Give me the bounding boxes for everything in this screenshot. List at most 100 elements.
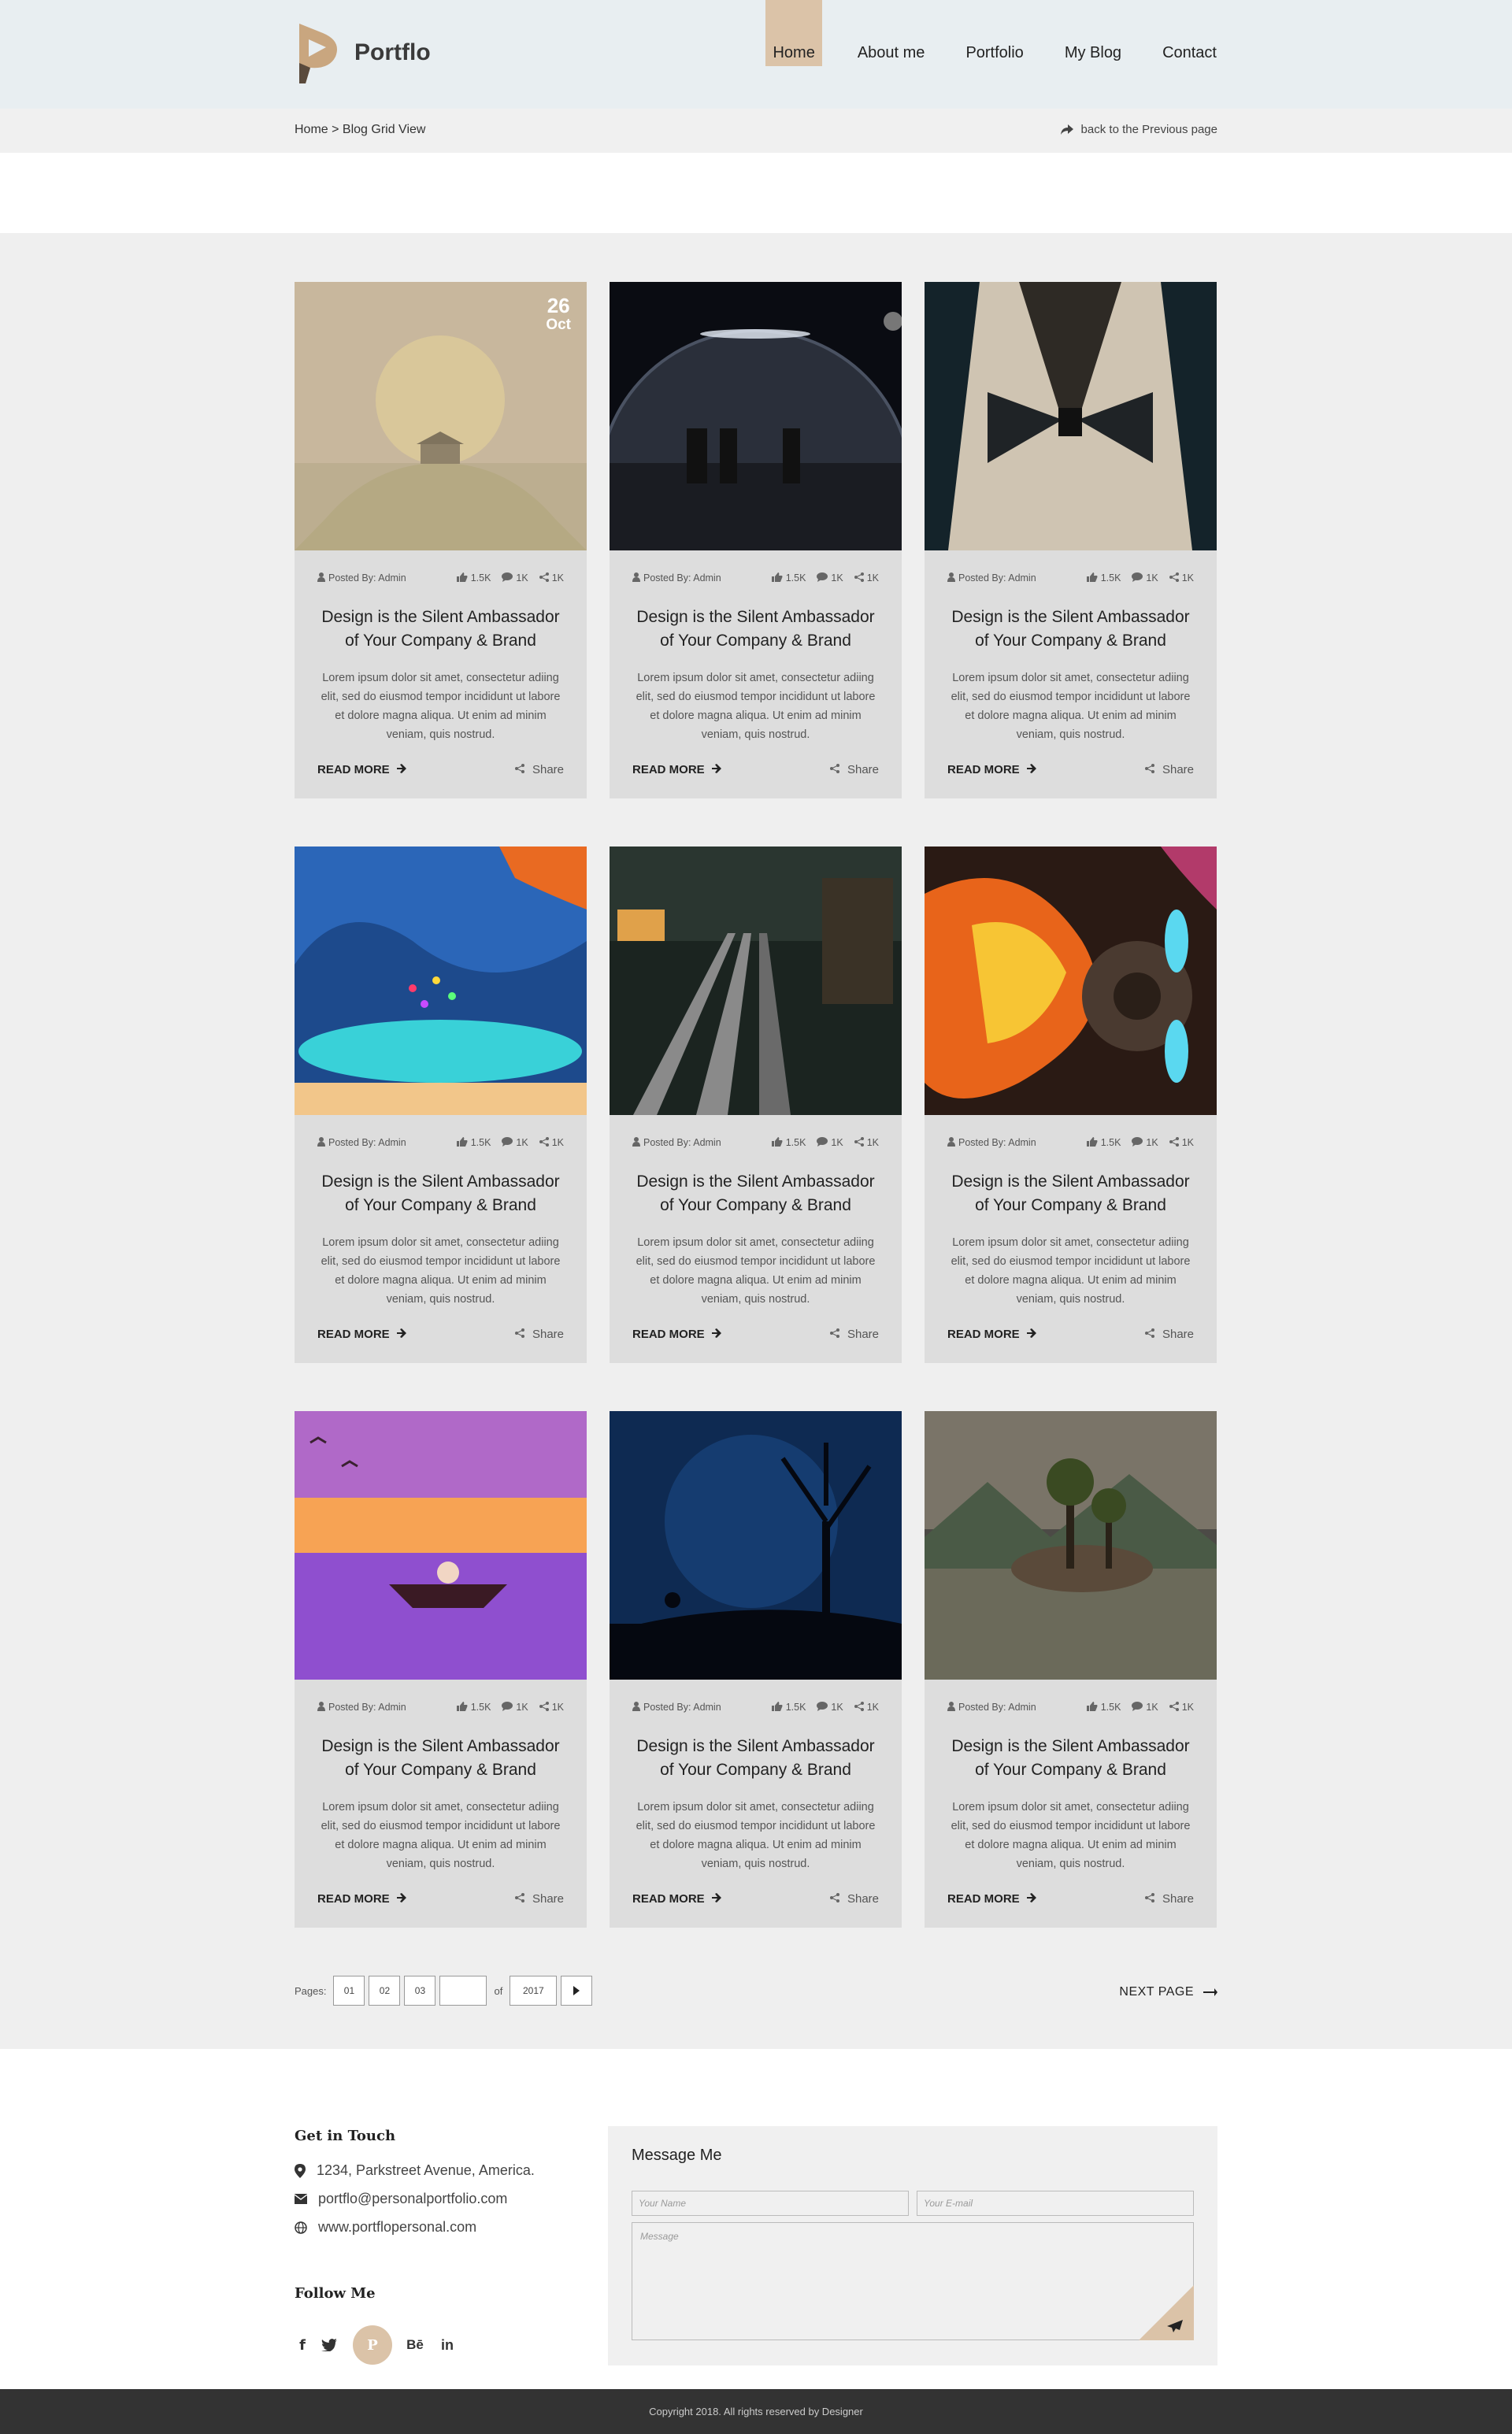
nav-about[interactable]: About me xyxy=(850,0,932,66)
page-input[interactable] xyxy=(439,1976,487,2006)
posted-by: Posted By: Admin xyxy=(947,1136,1076,1149)
next-page-link[interactable]: NEXT PAGE xyxy=(1119,1985,1217,1999)
post-title[interactable]: Design is the Silent Ambassador of Your C… xyxy=(610,1735,902,1782)
share-button[interactable]: Share xyxy=(1144,763,1194,776)
logo[interactable]: Portflo xyxy=(295,22,452,85)
nav-contact[interactable]: Contact xyxy=(1155,0,1217,66)
read-more-link[interactable]: READ MORE xyxy=(317,1328,406,1341)
share-button[interactable]: Share xyxy=(514,763,564,776)
nav-home[interactable]: Home xyxy=(765,0,822,66)
read-more-link[interactable]: READ MORE xyxy=(947,1892,1036,1906)
like-count[interactable]: 1.5K xyxy=(1086,1701,1121,1713)
comment-count[interactable]: 1K xyxy=(817,572,843,584)
message-textarea[interactable]: Message xyxy=(632,2222,1194,2340)
email-input[interactable]: Your E-mail xyxy=(917,2191,1194,2216)
arrow-right-icon xyxy=(396,763,406,776)
share-count[interactable]: 1K xyxy=(539,572,564,584)
post-thumbnail[interactable] xyxy=(925,1411,1217,1680)
behance-icon[interactable]: Bē xyxy=(403,2325,427,2365)
user-icon xyxy=(317,572,325,584)
like-count[interactable]: 1.5K xyxy=(771,572,806,584)
post-thumbnail[interactable] xyxy=(295,1411,587,1680)
linkedin-icon[interactable]: in xyxy=(438,2325,457,2365)
comment-count[interactable]: 1K xyxy=(502,1136,528,1149)
comment-count-text: 1K xyxy=(516,1137,528,1148)
post-title[interactable]: Design is the Silent Ambassador of Your C… xyxy=(610,606,902,653)
post-title[interactable]: Design is the Silent Ambassador of Your C… xyxy=(610,1170,902,1217)
comment-count[interactable]: 1K xyxy=(1132,1701,1158,1713)
comment-count[interactable]: 1K xyxy=(1132,572,1158,584)
share-button[interactable]: Share xyxy=(514,1328,564,1341)
read-more-link[interactable]: READ MORE xyxy=(947,1328,1036,1341)
website-text[interactable]: www.portflopersonal.com xyxy=(318,2219,476,2236)
post-title[interactable]: Design is the Silent Ambassador of Your C… xyxy=(295,1170,587,1217)
posted-by-text: Posted By: Admin xyxy=(328,572,406,583)
read-more-link[interactable]: READ MORE xyxy=(317,763,406,776)
post-thumbnail[interactable]: 26 Oct xyxy=(295,282,587,550)
comment-count[interactable]: 1K xyxy=(817,1701,843,1713)
post-title[interactable]: Design is the Silent Ambassador of Your C… xyxy=(295,606,587,653)
twitter-icon[interactable] xyxy=(320,2325,339,2365)
page-01[interactable]: 01 xyxy=(333,1976,365,2006)
share-button[interactable]: Share xyxy=(1144,1892,1194,1906)
like-count[interactable]: 1.5K xyxy=(456,572,491,584)
share-button[interactable]: Share xyxy=(1144,1328,1194,1341)
send-button[interactable] xyxy=(1139,2285,1194,2340)
back-link[interactable]: back to the Previous page xyxy=(1060,123,1217,136)
like-count[interactable]: 1.5K xyxy=(456,1701,491,1713)
read-more-link[interactable]: READ MORE xyxy=(947,763,1036,776)
page-02[interactable]: 02 xyxy=(369,1976,401,2006)
share-button[interactable]: Share xyxy=(829,763,879,776)
page-next-button[interactable] xyxy=(561,1976,593,2006)
pinterest-icon[interactable]: P xyxy=(353,2325,392,2365)
comment-count[interactable]: 1K xyxy=(502,572,528,584)
post-thumbnail[interactable] xyxy=(295,847,587,1115)
post-thumbnail[interactable] xyxy=(610,282,902,550)
posted-by: Posted By: Admin xyxy=(947,1701,1076,1713)
post-title[interactable]: Design is the Silent Ambassador of Your C… xyxy=(295,1735,587,1782)
share-count[interactable]: 1K xyxy=(1169,1136,1194,1149)
like-count[interactable]: 1.5K xyxy=(771,1701,806,1713)
post-thumbnail[interactable] xyxy=(610,847,902,1115)
name-input[interactable]: Your Name xyxy=(632,2191,909,2216)
like-count[interactable]: 1.5K xyxy=(771,1136,806,1149)
email-text[interactable]: portflo@personalportfolio.com xyxy=(318,2191,507,2207)
breadcrumb[interactable]: Home > Blog Grid View xyxy=(295,123,425,137)
post-excerpt: Lorem ipsum dolor sit amet, consectetur … xyxy=(321,1801,561,1870)
post-title[interactable]: Design is the Silent Ambassador of Your C… xyxy=(925,1170,1217,1217)
post-title[interactable]: Design is the Silent Ambassador of Your C… xyxy=(925,606,1217,653)
blog-card: 26 Oct Posted By: Admin 1.5K 1K 1K Design is t… xyxy=(295,282,587,798)
nav-portfolio[interactable]: Portfolio xyxy=(958,0,1030,66)
comment-count[interactable]: 1K xyxy=(1132,1136,1158,1149)
share-count-text: 1K xyxy=(551,1702,564,1713)
nav-blog[interactable]: My Blog xyxy=(1058,0,1128,66)
share-count[interactable]: 1K xyxy=(1169,1701,1194,1713)
post-thumbnail[interactable] xyxy=(610,1411,902,1680)
comment-icon xyxy=(1132,1701,1143,1713)
facebook-icon[interactable]: f xyxy=(295,2325,310,2365)
share-count[interactable]: 1K xyxy=(539,1136,564,1149)
comment-count[interactable]: 1K xyxy=(817,1136,843,1149)
post-title[interactable]: Design is the Silent Ambassador of Your C… xyxy=(925,1735,1217,1782)
share-count[interactable]: 1K xyxy=(854,1136,879,1149)
post-thumbnail[interactable] xyxy=(925,282,1217,550)
read-more-link[interactable]: READ MORE xyxy=(632,1328,721,1341)
share-count[interactable]: 1K xyxy=(854,572,879,584)
read-more-link[interactable]: READ MORE xyxy=(632,1892,721,1906)
comment-count[interactable]: 1K xyxy=(502,1701,528,1713)
page-03[interactable]: 03 xyxy=(404,1976,436,2006)
post-title-line2: of Your Company & Brand xyxy=(660,1761,851,1779)
read-more-link[interactable]: READ MORE xyxy=(317,1892,406,1906)
read-more-link[interactable]: READ MORE xyxy=(632,763,721,776)
share-button[interactable]: Share xyxy=(514,1892,564,1906)
like-count[interactable]: 1.5K xyxy=(1086,1136,1121,1149)
share-button[interactable]: Share xyxy=(829,1892,879,1906)
share-count[interactable]: 1K xyxy=(854,1701,879,1713)
like-count[interactable]: 1.5K xyxy=(456,1136,491,1149)
posted-by-text: Posted By: Admin xyxy=(958,1702,1036,1713)
share-count[interactable]: 1K xyxy=(1169,572,1194,584)
share-count[interactable]: 1K xyxy=(539,1701,564,1713)
post-thumbnail[interactable] xyxy=(925,847,1217,1115)
like-count[interactable]: 1.5K xyxy=(1086,572,1121,584)
share-button[interactable]: Share xyxy=(829,1328,879,1341)
